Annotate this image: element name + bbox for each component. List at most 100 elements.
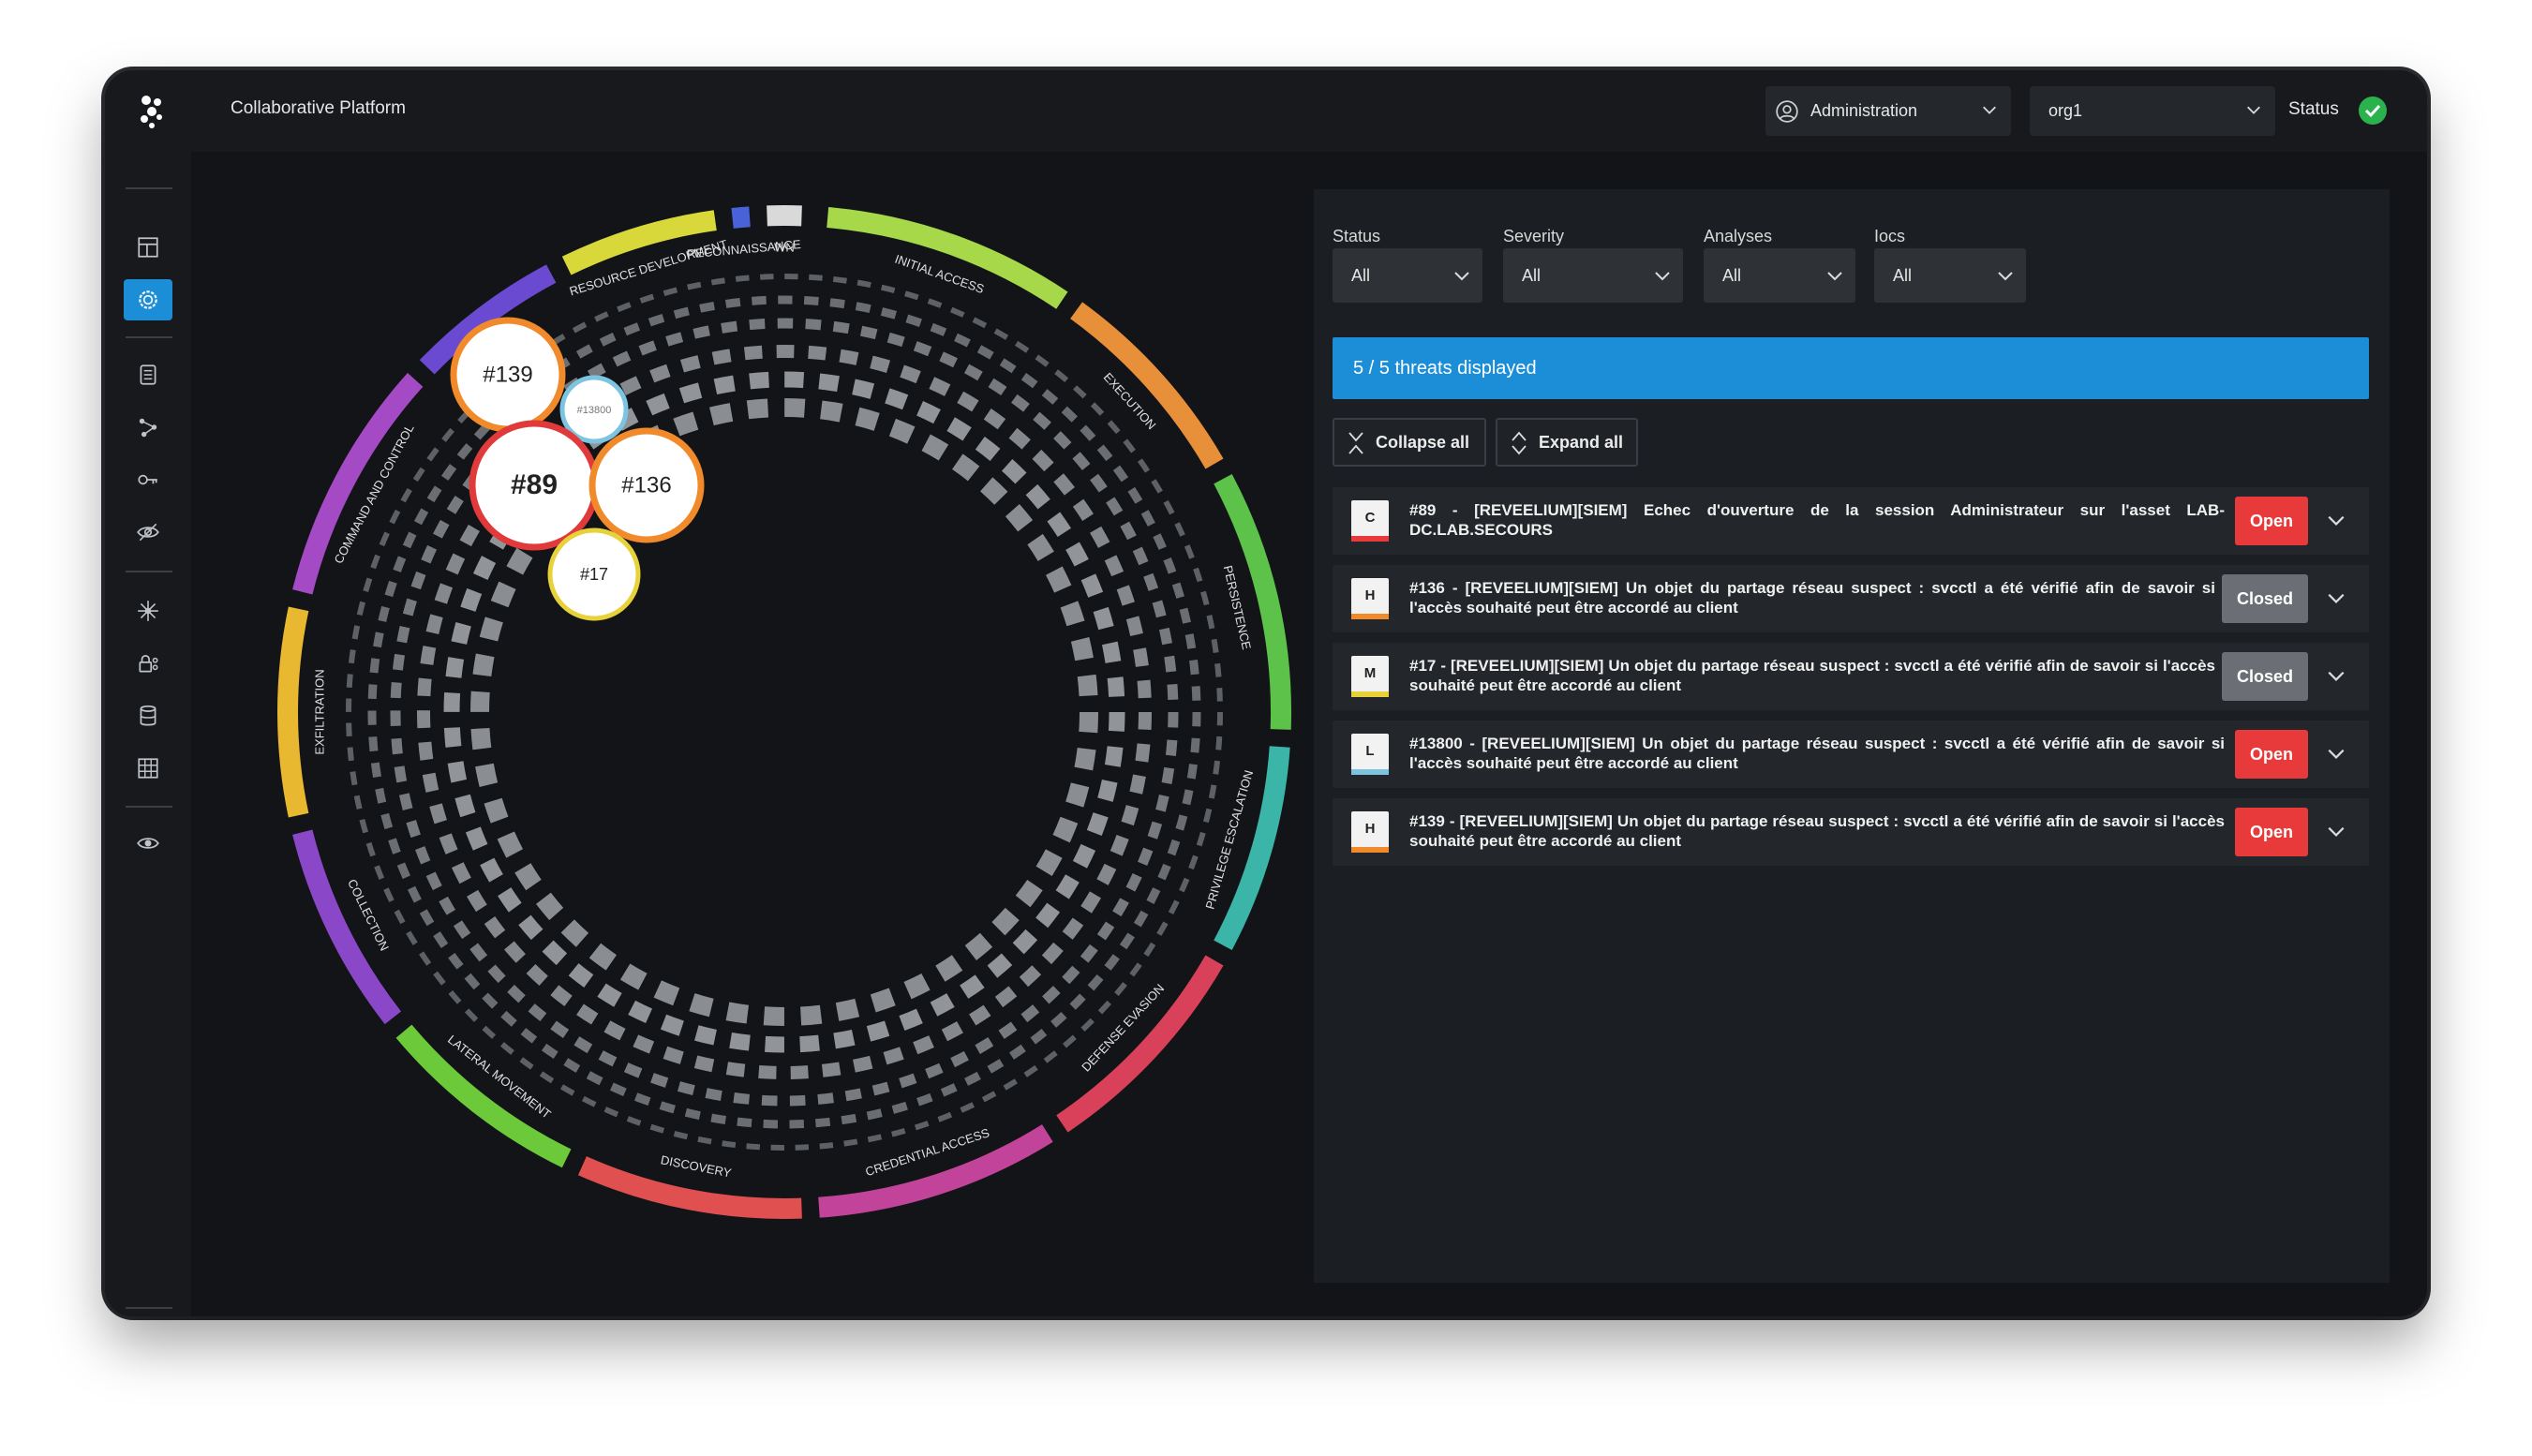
filter-label-severity: Severity	[1503, 227, 1565, 245]
chevron-down-icon	[2247, 106, 2260, 114]
severity-bar	[1351, 536, 1389, 542]
analyses-filter-value: All	[1722, 265, 1742, 285]
threat-title: #139 - [REVEELIUM][SIEM] Un objet du par…	[1409, 812, 2225, 850]
threat-bubble-label: #13800	[577, 405, 612, 416]
severity-bar	[1351, 847, 1389, 853]
sidebar-item-flows[interactable]	[124, 407, 172, 448]
severity-bar	[1351, 691, 1389, 697]
sidebar-item-watch[interactable]	[124, 823, 172, 864]
chevron-down-icon	[1655, 272, 1670, 281]
threat-title: #136 - [REVEELIUM][SIEM] Un objet du par…	[1409, 579, 2215, 617]
role-dropdown[interactable]: Administration	[1765, 86, 2011, 136]
app-logo-icon[interactable]	[133, 93, 171, 130]
database-icon	[140, 705, 156, 726]
chevron-down-icon[interactable]	[2326, 665, 2346, 686]
threat-title: #17 - [REVEELIUM][SIEM] Un objet du part…	[1409, 657, 2215, 694]
grid-icon	[138, 758, 158, 779]
phase-label: EXFILTRATION	[312, 669, 326, 754]
threat-bubble-label: #89	[511, 469, 558, 500]
status-filter-value: All	[1351, 265, 1371, 285]
severity-badge: L	[1351, 734, 1389, 775]
top-bar: Collaborative Platform Administration or…	[105, 70, 2427, 152]
expand-all-label: Expand all	[1539, 432, 1624, 452]
severity-filter-value: All	[1522, 265, 1542, 285]
threat-wheel-icon	[139, 290, 157, 309]
lock-icon	[139, 655, 158, 673]
chevron-down-icon	[1998, 272, 2013, 281]
status-ok-icon[interactable]	[2359, 97, 2387, 125]
user-circle-icon	[1776, 99, 1798, 123]
severity-badge: M	[1351, 656, 1389, 697]
role-dropdown-value: Administration	[1810, 101, 1918, 120]
status-button[interactable]: Closed	[2222, 574, 2308, 623]
phase-label: DISCOVERY	[660, 1152, 733, 1180]
phase-arc	[277, 606, 309, 818]
sidebar-item-network[interactable]	[124, 590, 172, 631]
sidebar-item-grid[interactable]	[124, 748, 172, 789]
flow-icon	[139, 418, 157, 438]
iocs-filter-value: All	[1893, 265, 1913, 285]
chevron-down-icon[interactable]	[2326, 510, 2346, 530]
mitre-wheel: WNINITIAL ACCESSEXECUTIONPERSISTENCEPRIV…	[277, 205, 1292, 1220]
sidebar-item-security[interactable]	[124, 643, 172, 684]
vision-icon	[137, 523, 159, 542]
threat-row[interactable]: L #13800 - [REVEELIUM][SIEM] Un objet du…	[1333, 721, 2369, 788]
filter-label-status: Status	[1333, 227, 1381, 245]
sidebar-divider	[126, 187, 172, 189]
threat-row[interactable]: H #139 - [REVEELIUM][SIEM] Un objet du p…	[1333, 798, 2369, 866]
network-icon	[138, 601, 158, 621]
sidebar	[105, 152, 191, 1316]
collapse-all-button[interactable]: Collapse all	[1333, 418, 1486, 467]
sidebar-item-keys[interactable]	[124, 459, 172, 500]
threat-count-text: 5 / 5 threats displayed	[1353, 357, 1537, 379]
threat-row[interactable]: H #136 - [REVEELIUM][SIEM] Un objet du p…	[1333, 565, 2369, 632]
phase-label: DEFENSE EVASION	[1079, 981, 1167, 1074]
iocs-filter-select[interactable]: All	[1874, 248, 2026, 303]
status-filter-select[interactable]: All	[1333, 248, 1482, 303]
severity-bar	[1351, 769, 1389, 775]
sidebar-item-dashboard[interactable]	[124, 227, 172, 268]
dashboard-icon	[138, 237, 158, 258]
sidebar-divider	[126, 806, 172, 808]
threat-panel: Status All Severity All Analyses All Ioc…	[1314, 189, 2390, 1283]
app-title: Collaborative Platform	[231, 98, 406, 118]
threat-row[interactable]: M #17 - [REVEELIUM][SIEM] Un objet du pa…	[1333, 643, 2369, 710]
sidebar-item-database[interactable]	[124, 695, 172, 736]
log-icon	[140, 364, 156, 385]
severity-badge: C	[1351, 500, 1389, 542]
key-icon	[138, 474, 157, 485]
status-button[interactable]: Open	[2235, 808, 2308, 856]
status-button[interactable]: Closed	[2222, 652, 2308, 701]
eye-icon	[137, 838, 159, 849]
severity-badge: H	[1351, 578, 1389, 619]
sidebar-item-threat-wheel[interactable]	[124, 279, 172, 320]
expand-all-button[interactable]: Expand all	[1496, 418, 1638, 467]
severity-badge: H	[1351, 811, 1389, 853]
chevron-down-icon[interactable]	[2326, 587, 2346, 608]
sidebar-divider	[126, 1307, 172, 1309]
chevron-down-icon[interactable]	[2326, 821, 2346, 841]
sidebar-item-logs[interactable]	[124, 354, 172, 395]
org-dropdown-value: org1	[2048, 101, 2083, 120]
status-button[interactable]: Open	[2235, 497, 2308, 545]
chevron-down-icon	[1983, 106, 1996, 114]
threat-title: #13800 - [REVEELIUM][SIEM] Un objet du p…	[1409, 735, 2225, 772]
sidebar-item-vision[interactable]	[124, 512, 172, 553]
status-button[interactable]: Open	[2235, 730, 2308, 779]
threat-title: #89 - [REVEELIUM][SIEM] Echec d'ouvertur…	[1409, 501, 2225, 539]
threat-count-banner: 5 / 5 threats displayed	[1333, 337, 2369, 399]
phase-arc	[827, 207, 1068, 309]
threat-bubble-label: #139	[483, 362, 532, 387]
analyses-filter-select[interactable]: All	[1704, 248, 1855, 303]
severity-filter-select[interactable]: All	[1503, 248, 1683, 303]
expand-icon	[1512, 431, 1527, 455]
org-dropdown[interactable]: org1	[2030, 86, 2275, 136]
sidebar-divider	[126, 336, 172, 338]
phase-arc	[1070, 302, 1224, 469]
sidebar-divider	[126, 571, 172, 572]
collapse-all-label: Collapse all	[1376, 432, 1470, 452]
phase-label: PERSISTENCE	[1221, 564, 1254, 651]
severity-bar	[1351, 614, 1389, 619]
chevron-down-icon[interactable]	[2326, 743, 2346, 764]
threat-row[interactable]: C #89 - [REVEELIUM][SIEM] Echec d'ouvert…	[1333, 487, 2369, 555]
